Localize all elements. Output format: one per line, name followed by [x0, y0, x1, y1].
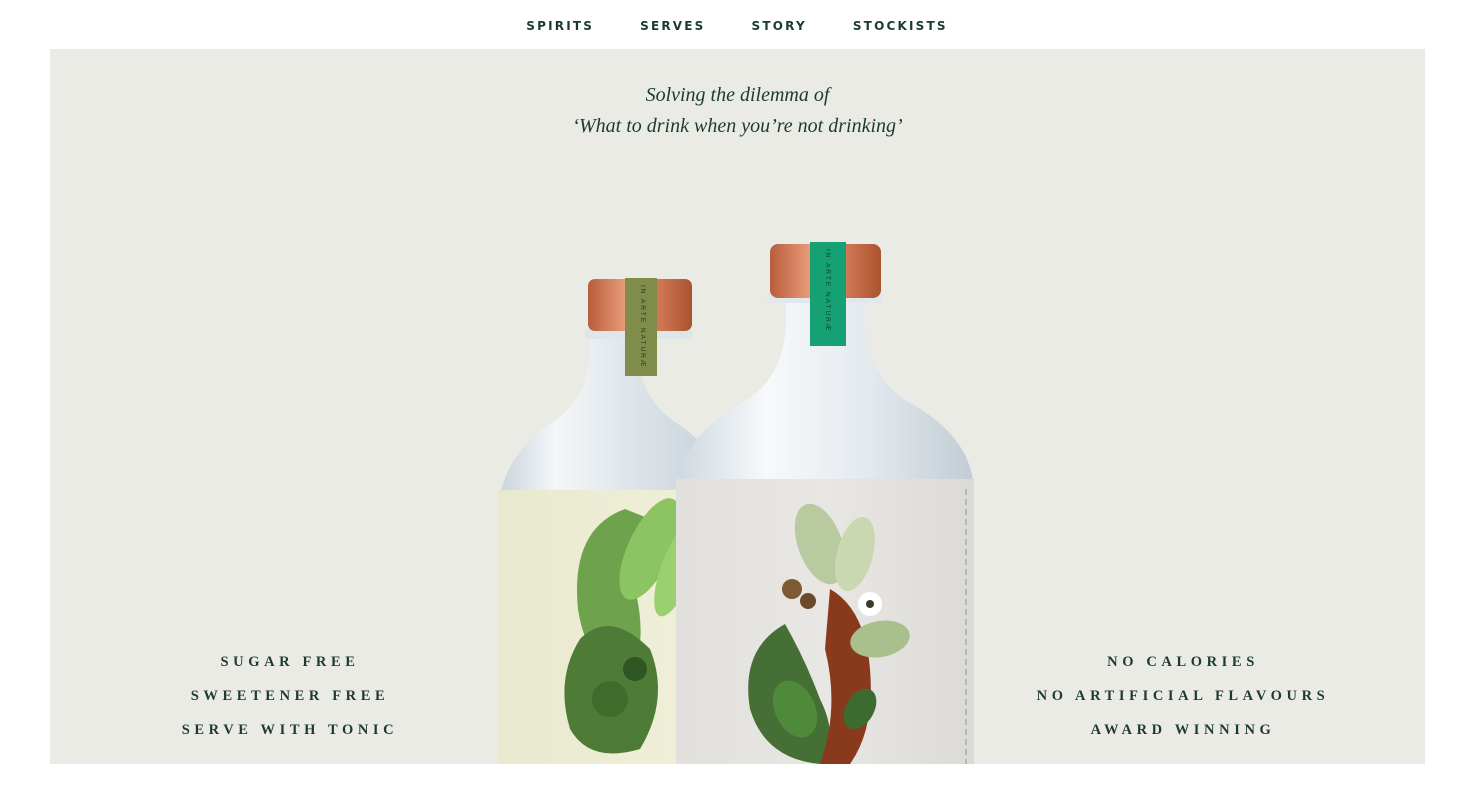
feature-no-calories: NO CALORIES — [1107, 654, 1259, 670]
features-left: SUGAR FREE SWEETENER FREE SERVE WITH TON… — [50, 647, 530, 749]
features-right: NO CALORIES NO ARTIFICIAL FLAVOURS AWARD… — [943, 647, 1423, 749]
front-bottle-seal-text: IN ARTE NATURÆ — [824, 249, 831, 332]
nav-link-stockists[interactable]: STOCKISTS — [853, 20, 948, 32]
nav-link-serves[interactable]: SERVES — [640, 20, 705, 32]
feature-no-artificial-flavours: NO ARTIFICIAL FLAVOURS — [1036, 688, 1330, 704]
feature-award-winning: AWARD WINNING — [1090, 722, 1276, 738]
feature-sugar-free: SUGAR FREE — [220, 654, 360, 670]
back-bottle-seal-text: IN ARTE NATURÆ — [639, 285, 646, 368]
front-bottle: IN ARTE NATURÆ — [676, 242, 974, 764]
nav-link-spirits[interactable]: SPIRITS — [526, 20, 594, 32]
nav-link-story[interactable]: STORY — [752, 20, 807, 32]
feature-serve-with-tonic: SERVE WITH TONIC — [181, 722, 399, 738]
hero-section: Solving the dilemma of ‘What to drink wh… — [50, 49, 1425, 764]
main-nav: SPIRITS SERVES STORY STOCKISTS — [0, 0, 1474, 49]
feature-sweetener-free: SWEETENER FREE — [190, 688, 390, 704]
